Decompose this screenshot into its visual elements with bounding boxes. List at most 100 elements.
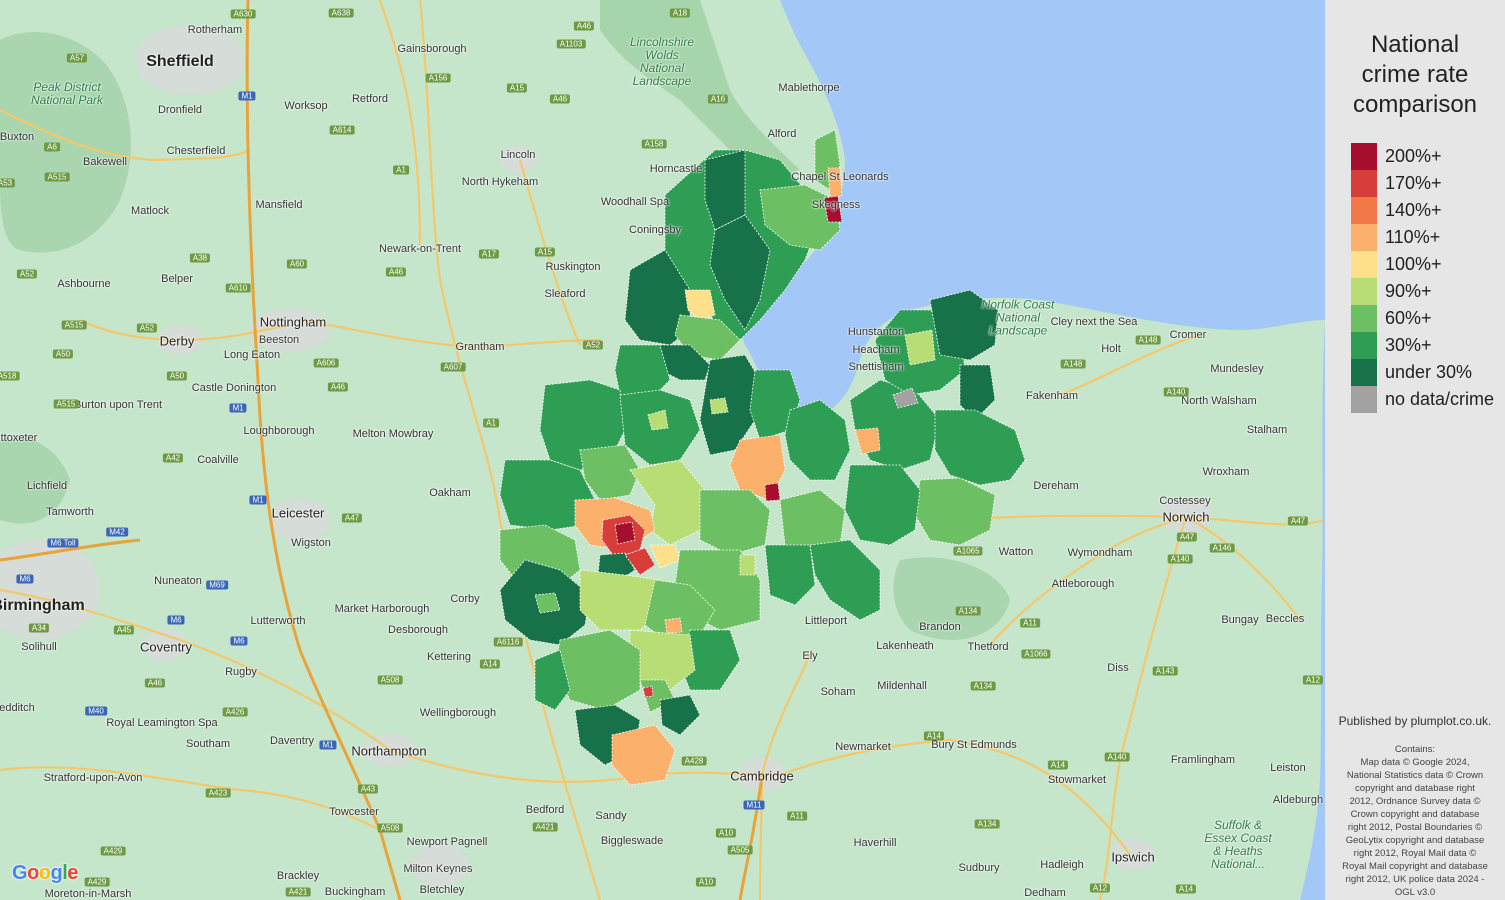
legend-label: under 30%: [1385, 362, 1473, 382]
place-label: Brandon: [919, 621, 961, 633]
place-label: Wellingborough: [419, 707, 497, 719]
legend-label: 200%+: [1385, 146, 1442, 166]
published-credit: Published by plumplot.co.uk.: [1338, 714, 1492, 728]
road-label: A143: [1152, 666, 1178, 676]
road-label: A52: [136, 323, 158, 333]
place-label: Royal Leamington Spa: [106, 717, 218, 729]
place-label: Thetford: [967, 641, 1009, 653]
place-label: Long Eaton: [223, 349, 281, 361]
region[interactable]: [709, 397, 729, 415]
legend-swatch: [1351, 278, 1377, 305]
place-label: Cromer: [1169, 329, 1207, 341]
region[interactable]: [764, 482, 781, 502]
place-label: Loughborough: [243, 425, 315, 437]
road-label: A53: [0, 178, 16, 188]
place-label: Nottingham: [259, 314, 327, 330]
place-label: Market Harborough: [334, 603, 430, 615]
legend-label: 170%+: [1385, 173, 1442, 193]
region[interactable]: [739, 554, 756, 576]
road-label: A47: [341, 513, 363, 523]
place-label: Nuneaton: [154, 575, 202, 587]
region[interactable]: [904, 329, 936, 366]
place-label: Oakham: [429, 487, 471, 499]
road-label: M40: [85, 706, 107, 716]
place-label: Attleborough: [1051, 578, 1115, 590]
place-label: Horncastle: [649, 163, 703, 175]
place-label: Holt: [1101, 343, 1121, 355]
place-label: Moreton-in-Marsh: [44, 888, 132, 900]
place-label: Gainsborough: [397, 43, 467, 55]
place-label: Leiston: [1270, 762, 1306, 774]
place-label: Brackley: [276, 870, 320, 882]
legend-label: 30%+: [1385, 335, 1432, 355]
place-label: Tamworth: [46, 506, 94, 518]
road-label: A6: [44, 142, 60, 152]
region[interactable]: [664, 617, 683, 634]
road-label: A610: [225, 283, 251, 293]
road-label: A11: [1020, 618, 1040, 628]
region[interactable]: [614, 521, 636, 545]
road-label: A1103: [556, 39, 586, 49]
road-label: A45: [113, 625, 135, 635]
place-label: Newport Pagnell: [406, 836, 488, 848]
region[interactable]: [699, 489, 771, 556]
place-label: Woodhall Spa: [600, 196, 670, 208]
road-label: A134: [955, 606, 981, 616]
legend-label: 100%+: [1385, 254, 1442, 274]
map-canvas[interactable]: [0, 0, 1325, 900]
place-label: Biggleswade: [600, 835, 664, 847]
road-label: M6: [167, 615, 185, 625]
road-label: A421: [285, 887, 311, 897]
road-label: M1: [238, 91, 256, 101]
place-label: Lichfield: [26, 480, 68, 492]
road-label: A14: [923, 731, 945, 741]
legend-swatch: [1351, 251, 1377, 278]
road-label: M69: [206, 580, 228, 590]
place-label: Matlock: [131, 205, 169, 217]
road-label: A57: [66, 53, 88, 63]
road-label: A14: [479, 659, 501, 669]
road-label: A42: [162, 453, 184, 463]
road-label: A50: [52, 349, 74, 359]
place-label: North Walsham: [1181, 395, 1257, 407]
place-label: Towcester: [329, 806, 379, 818]
place-label: Castle Donington: [191, 382, 277, 394]
region[interactable]: [642, 685, 654, 698]
region[interactable]: [844, 464, 921, 546]
place-label: Framlingham: [1170, 754, 1236, 766]
road-label: A14: [1175, 884, 1197, 894]
place-label: North Hykeham: [461, 176, 539, 188]
road-label: A614: [329, 125, 355, 135]
place-label: Norfolk Coast National Landscape: [981, 297, 1055, 338]
road-label: A421: [532, 822, 558, 832]
place-label: Peak District National Park: [30, 80, 104, 107]
place-label: Redditch: [0, 702, 35, 714]
road-label: A134: [970, 681, 996, 691]
road-label: A158: [641, 139, 667, 149]
place-label: Melton Mowbray: [352, 428, 434, 440]
road-label: A630: [230, 9, 256, 19]
road-label: A140: [1104, 752, 1130, 762]
legend-label: 60%+: [1385, 308, 1432, 328]
place-label: Alford: [767, 128, 797, 140]
place-label: Stratford-upon-Avon: [43, 772, 143, 784]
place-label: Ruskington: [545, 261, 601, 273]
place-label: Grantham: [455, 341, 505, 353]
legend-swatch: [1351, 143, 1377, 170]
place-label: Bedford: [525, 804, 565, 816]
place-label: Uttoxeter: [0, 432, 38, 444]
road-label: A46: [327, 382, 349, 392]
road-label: A50: [166, 371, 188, 381]
place-label: Chapel St Leonards: [791, 171, 889, 183]
place-label: Sheffield: [146, 53, 214, 70]
place-label: Mundesley: [1210, 363, 1264, 375]
place-label: Coventry: [139, 639, 193, 655]
place-label: Lutterworth: [250, 615, 306, 627]
place-label: Lakenheath: [876, 640, 934, 652]
place-label: Heacham: [852, 344, 900, 356]
road-label: A46: [549, 94, 571, 104]
road-label: A1: [393, 165, 409, 175]
map-area[interactable]: Sheffield Rotherham Gainsborough Worksop Ret…: [0, 0, 1325, 900]
legend-swatch: [1351, 332, 1377, 359]
place-label: Corby: [450, 593, 480, 605]
